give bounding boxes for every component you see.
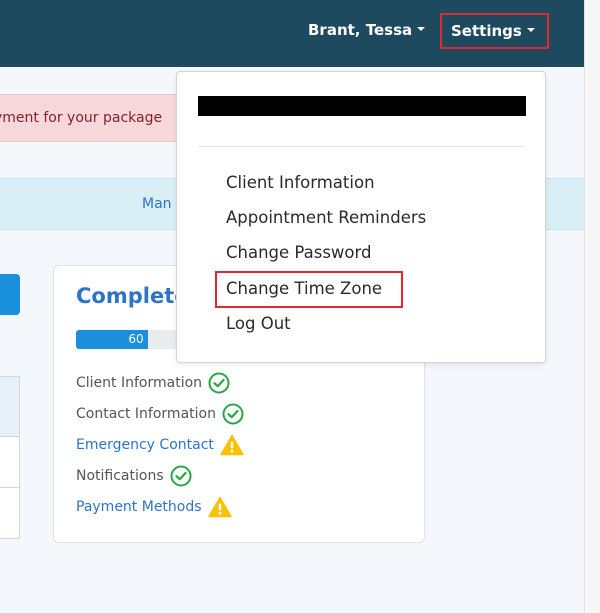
vertical-scrollbar[interactable] [584, 0, 600, 613]
settings-dropdown-menu: Client Information Appointment Reminders… [176, 71, 546, 363]
page: Brant, Tessa Settings yment for your pac… [0, 0, 584, 613]
status-item-client-information: Client Information [76, 367, 244, 398]
payment-alert: yment for your package [0, 94, 190, 142]
status-link[interactable]: Payment Methods [76, 499, 202, 515]
menu-item-appointment-reminders[interactable]: Appointment Reminders [226, 206, 426, 230]
user-menu-label: Brant, Tessa [308, 21, 413, 39]
info-bar-link[interactable]: Man [142, 179, 172, 229]
menu-item-log-out[interactable]: Log Out [226, 312, 291, 336]
settings-menu-label: Settings [451, 22, 522, 40]
user-menu-toggle[interactable]: Brant, Tessa [308, 19, 426, 41]
status-label: Notifications [76, 467, 164, 484]
navbar: Brant, Tessa Settings [0, 0, 584, 67]
status-item-notifications: Notifications [76, 460, 244, 491]
caret-down-icon [526, 28, 535, 32]
redacted-block [198, 96, 526, 116]
check-circle-icon [222, 403, 244, 425]
check-circle-icon [170, 465, 192, 487]
status-link[interactable]: Emergency Contact [76, 437, 214, 453]
status-item-payment-methods[interactable]: Payment Methods [76, 491, 244, 522]
menu-item-change-password[interactable]: Change Password [226, 241, 372, 265]
status-label: Contact Information [76, 405, 216, 422]
warning-icon [220, 434, 244, 456]
status-item-emergency-contact[interactable]: Emergency Contact [76, 429, 244, 460]
menu-item-change-time-zone[interactable]: Change Time Zone [226, 277, 382, 301]
left-table-row-divider [0, 487, 19, 488]
completion-status-list: Client Information Contact Information E… [76, 367, 244, 522]
status-item-contact-information: Contact Information [76, 398, 244, 429]
left-action-button[interactable] [0, 274, 20, 315]
left-table [0, 376, 20, 539]
completion-card-title: Complete [76, 284, 189, 308]
status-label: Client Information [76, 374, 203, 391]
left-table-header [0, 377, 19, 437]
warning-icon [207, 496, 232, 518]
settings-menu-toggle[interactable]: Settings [440, 13, 549, 49]
menu-item-client-information[interactable]: Client Information [226, 171, 375, 195]
caret-down-icon [417, 27, 426, 31]
payment-alert-text: yment for your package [0, 110, 163, 126]
dropdown-divider [198, 146, 524, 147]
check-circle-icon [208, 372, 230, 394]
